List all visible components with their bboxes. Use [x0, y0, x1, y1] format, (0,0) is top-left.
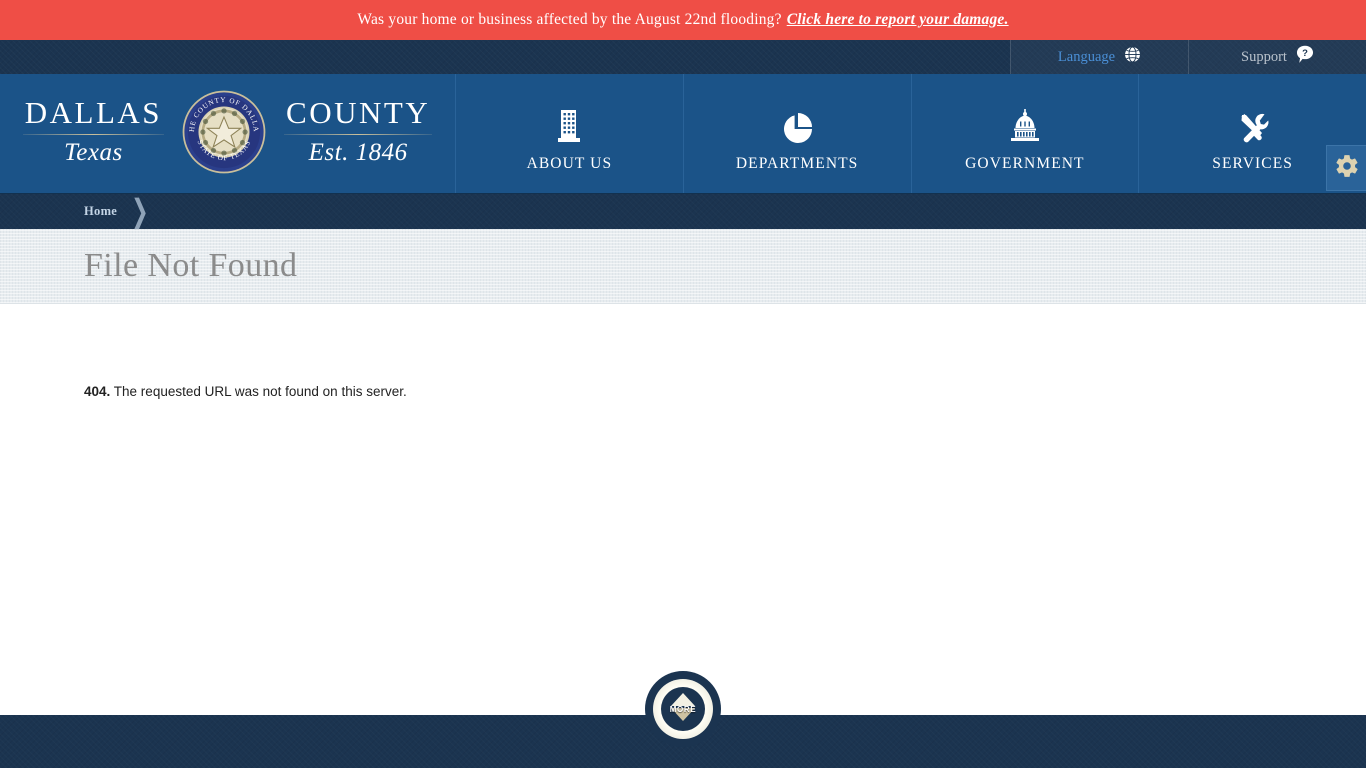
error-code: 404. — [84, 384, 111, 399]
main-navigation: ABOUT US DEPARTMENTS GOVERNMENT SERVICES — [456, 74, 1366, 193]
brand-left: DALLAS Texas — [11, 97, 176, 166]
support-button[interactable]: Support ? — [1188, 40, 1366, 74]
tools-icon — [1235, 101, 1271, 145]
brand-established: Est. 1846 — [308, 138, 408, 166]
support-label: Support — [1241, 48, 1287, 65]
breadcrumb-separator: ❯ — [131, 192, 149, 229]
report-damage-link[interactable]: Click here to report your damage. — [787, 11, 1009, 29]
brand-county: COUNTY — [286, 95, 431, 131]
main-content: 404. The requested URL was not found on … — [0, 304, 1366, 747]
question-mark-bubble-icon: ? — [1296, 45, 1314, 69]
flood-alert-banner: Was your home or business affected by th… — [0, 0, 1366, 40]
more-button-label: MORE — [669, 704, 697, 714]
utility-bar: Language Support ? — [0, 40, 1366, 74]
building-icon — [554, 101, 584, 145]
language-selector[interactable]: Language — [1010, 40, 1188, 74]
site-logo-home-link[interactable]: DALLAS Texas HE COUNTY OF DALLA STATE OF… — [0, 74, 456, 193]
gear-icon — [1334, 153, 1360, 184]
language-label: Language — [1057, 48, 1116, 65]
brand-divider-right — [284, 133, 433, 135]
svg-text:?: ? — [1302, 48, 1308, 59]
nav-label-services: SERVICES — [1212, 154, 1294, 172]
nav-label-about-us: ABOUT US — [526, 154, 613, 172]
more-scroll-button[interactable]: MORE — [645, 671, 721, 747]
county-seal-icon: THE COUNTY OF DALLAS STATE OF TEXAS — [177, 82, 268, 176]
more-button-ring: MORE — [653, 679, 713, 739]
alert-message: Was your home or business affected by th… — [357, 11, 782, 28]
nav-label-government: GOVERNMENT — [965, 154, 1085, 172]
nav-item-departments[interactable]: DEPARTMENTS — [684, 74, 912, 193]
nav-item-government[interactable]: GOVERNMENT — [912, 74, 1140, 193]
more-button-core: MORE — [661, 687, 705, 731]
page-title: File Not Found — [84, 247, 298, 284]
nav-item-about-us[interactable]: ABOUT US — [456, 74, 684, 193]
brand-right: COUNTY Est. 1846 — [272, 97, 444, 166]
breadcrumb-item-home[interactable]: Home — [84, 204, 117, 219]
site-header: DALLAS Texas HE COUNTY OF DALLA STATE OF… — [0, 74, 1366, 194]
breadcrumb: Home ❯ — [0, 194, 1366, 229]
brand-texas: Texas — [64, 138, 123, 166]
globe-icon — [1124, 46, 1141, 68]
error-message-line: 404. The requested URL was not found on … — [84, 384, 1366, 399]
page-title-band: File Not Found — [0, 229, 1366, 304]
error-message-text: The requested URL was not found on this … — [113, 384, 407, 399]
brand-dallas: DALLAS — [24, 95, 163, 131]
brand-divider-left — [22, 133, 165, 135]
pie-chart-icon — [780, 101, 814, 145]
settings-tab-button[interactable] — [1326, 145, 1366, 191]
capitol-dome-icon — [1006, 101, 1044, 145]
nav-label-departments: DEPARTMENTS — [735, 154, 859, 172]
